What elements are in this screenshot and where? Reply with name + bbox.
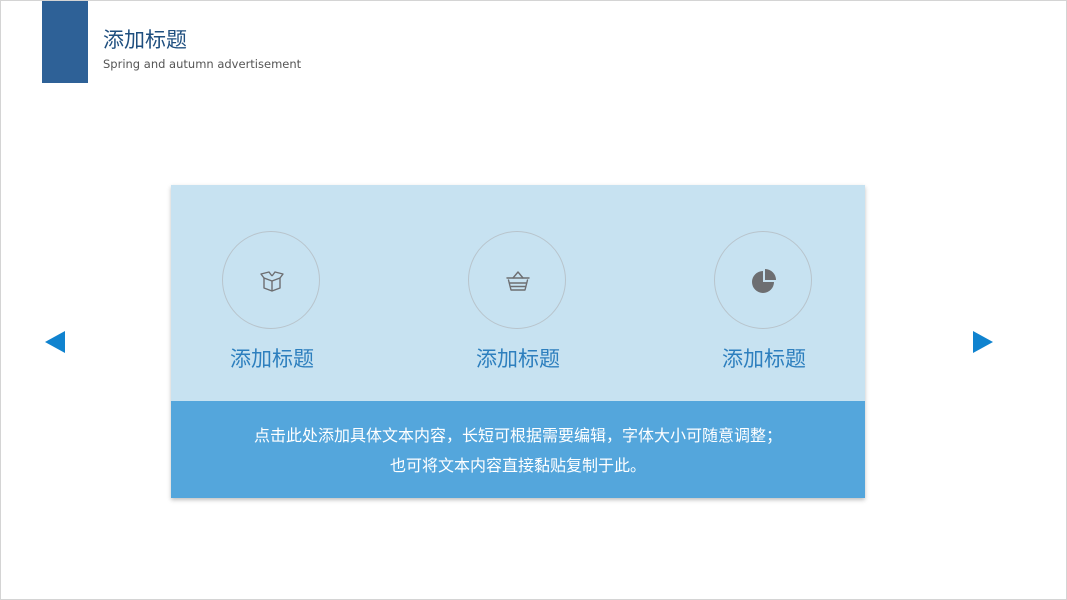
open-box-icon (260, 271, 284, 292)
feature-item-3: 添加标题 (664, 231, 864, 381)
feature-title: 添加标题 (722, 347, 806, 371)
description-text: 点击此处添加具体文本内容，长短可根据需要编辑，字体大小可随意调整； 也可将文本内… (171, 421, 865, 481)
header-accent-bar (42, 1, 88, 83)
feature-circle (468, 231, 566, 329)
description-line-2: 也可将文本内容直接黏贴复制于此。 (389, 456, 646, 475)
basket-icon (506, 271, 530, 291)
feature-item-1: 添加标题 (172, 231, 372, 381)
description-line-1: 点击此处添加具体文本内容，长短可根据需要编辑，字体大小可随意调整； (253, 426, 782, 445)
triangle-left-icon[interactable] (45, 331, 65, 353)
page-subtitle: Spring and autumn advertisement (103, 57, 302, 71)
pie-chart-icon (752, 269, 776, 293)
triangle-right-icon[interactable] (973, 331, 993, 353)
feature-title: 添加标题 (230, 347, 314, 371)
feature-circle (714, 231, 812, 329)
feature-title: 添加标题 (476, 347, 560, 371)
page-title: 添加标题 (103, 28, 187, 52)
feature-item-2: 添加标题 (418, 231, 618, 381)
feature-circle (222, 231, 320, 329)
card-description-panel: 点击此处添加具体文本内容，长短可根据需要编辑，字体大小可随意调整； 也可将文本内… (171, 401, 865, 498)
slide: 添加标题 Spring and autumn advertisement 添加标 (0, 0, 1067, 600)
content-card: 添加标题 添加标题 添加标题 点击此处添加具体文本内容，长短可根据需要编辑，字体… (171, 185, 865, 498)
card-top-panel: 添加标题 添加标题 添加标题 (171, 185, 865, 401)
